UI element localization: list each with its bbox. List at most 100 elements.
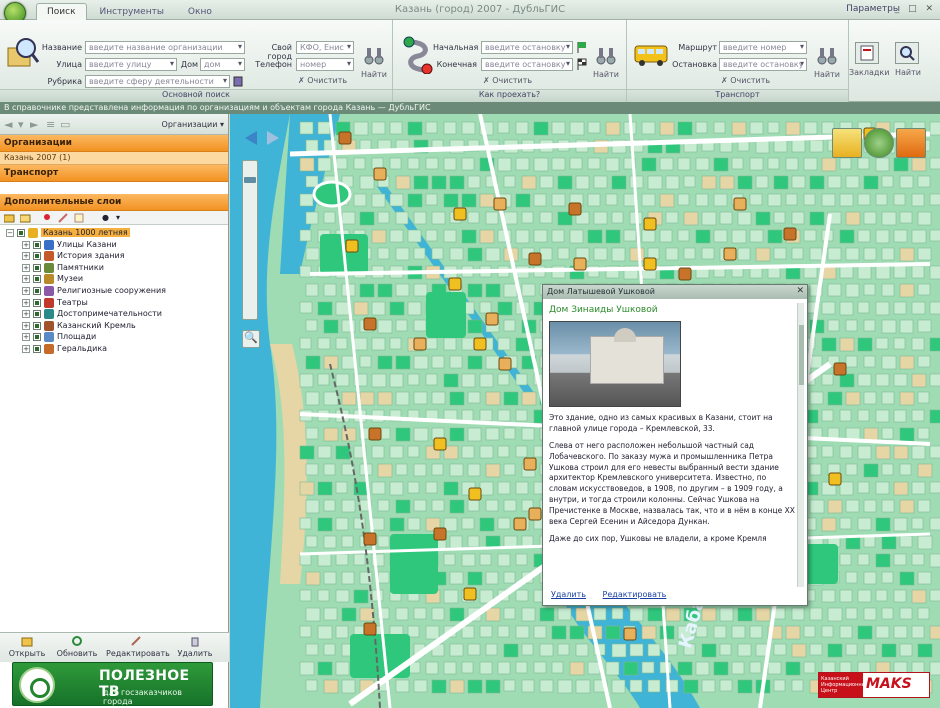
map-nav-arrows[interactable] [243, 130, 283, 146]
tree-item[interactable]: + Памятники [0, 262, 228, 275]
dot-icon[interactable]: ● [102, 213, 109, 222]
open-button[interactable]: Открыть [2, 635, 52, 658]
delete-button[interactable]: Удалить [170, 635, 220, 658]
city-block [863, 571, 877, 585]
ad-banner[interactable]: ПОЛЕЗНОЕ ТВ для госзаказчиков города [12, 662, 213, 706]
popup-close-icon[interactable]: ✕ [796, 286, 804, 296]
tree-checkbox[interactable] [33, 275, 41, 284]
city-select[interactable]: КФО, Енис [296, 41, 354, 54]
tree-checkbox[interactable] [33, 333, 41, 342]
house-input[interactable]: дом [200, 58, 245, 71]
transit-route-input[interactable]: введите номер [719, 41, 807, 54]
phone-input[interactable]: номер [296, 58, 354, 71]
route-to-input[interactable]: введите остановку [481, 58, 573, 71]
tree-expander[interactable]: + [22, 275, 30, 284]
dropdown-icon[interactable]: ▾ [116, 213, 120, 222]
tree-item[interactable]: − Казань 1000 летняя [0, 228, 228, 240]
tree-expander[interactable]: + [22, 263, 30, 272]
name-input[interactable]: введите название организации [85, 41, 245, 54]
tree-checkbox[interactable] [33, 321, 41, 330]
route-find-button[interactable]: Найти [592, 70, 620, 79]
route-clear-button[interactable]: ✗ Очистить [483, 76, 532, 85]
tree-item[interactable]: + История здания [0, 251, 228, 263]
tree-item[interactable]: + Достопримечательности [0, 309, 228, 321]
tab-tools[interactable]: Инструменты [89, 3, 175, 20]
window-controls[interactable]: _ □ ✕ [895, 4, 936, 14]
back-icon[interactable]: ◄ [4, 118, 12, 131]
tree-checkbox[interactable] [33, 298, 41, 307]
tree-item[interactable]: + Площади [0, 332, 228, 344]
tree-expander[interactable]: + [22, 286, 30, 295]
tree-expander[interactable]: + [22, 310, 30, 319]
tree-checkbox[interactable] [33, 263, 41, 272]
city-block [497, 409, 511, 422]
zoom-slider[interactable] [242, 160, 258, 320]
street-input[interactable]: введите улицу [85, 58, 177, 71]
tab-window[interactable]: Окно [177, 3, 223, 20]
folder-icon[interactable] [4, 213, 15, 223]
refresh-button[interactable]: Обновить [52, 635, 102, 658]
city-block [863, 319, 876, 332]
tree-checkbox[interactable] [33, 252, 41, 261]
tree-item[interactable]: + Казанский Кремль [0, 320, 228, 333]
tree-expander[interactable]: + [22, 240, 30, 249]
tree-checkbox[interactable] [33, 286, 41, 295]
section-organizations[interactable]: Организации [0, 135, 228, 152]
tree-expander[interactable]: + [22, 333, 30, 342]
section-transport[interactable]: Транспорт [0, 165, 228, 182]
list-icon[interactable]: ≡ [46, 118, 55, 131]
city-block [575, 679, 591, 694]
params-link[interactable]: Параметры [846, 4, 900, 14]
map-search-icon[interactable]: 🔍 [242, 330, 260, 348]
tree-expander[interactable]: + [22, 344, 30, 353]
refresh-icon [72, 636, 82, 646]
pencil-icon[interactable] [58, 213, 69, 223]
transit-clear-button[interactable]: ✗ Очистить [721, 76, 770, 85]
tab-search[interactable]: Поиск [36, 3, 87, 20]
panel-mode-select[interactable]: Организации ▾ [162, 120, 224, 129]
globe-icon[interactable] [864, 128, 894, 158]
tree-checkbox[interactable] [17, 229, 25, 237]
popup-delete-link[interactable]: Удалить [551, 590, 586, 599]
edit-button[interactable]: Редактировать [106, 635, 170, 658]
tree-expander[interactable]: + [22, 298, 30, 307]
tree-checkbox[interactable] [33, 344, 41, 353]
tree-checkbox[interactable] [33, 310, 41, 319]
tree-expander[interactable]: + [22, 321, 30, 330]
popup-scrollbar[interactable] [797, 303, 804, 587]
forward-icon[interactable]: ► [30, 118, 38, 131]
print-icon[interactable]: ▭ [60, 118, 70, 131]
popup-edit-link[interactable]: Редактировать [603, 590, 667, 599]
zoom-thumb[interactable] [244, 177, 256, 183]
measure-icon[interactable] [832, 128, 862, 158]
rubric-book-icon[interactable] [233, 76, 243, 87]
pan-left-icon[interactable] [245, 131, 257, 145]
tree-item[interactable]: + Религиозные сооружения [0, 285, 228, 298]
tree-item[interactable]: + Геральдика [0, 343, 228, 356]
transit-stop-input[interactable]: введите остановку [719, 58, 807, 71]
layers-icon[interactable] [896, 128, 926, 158]
tree-item[interactable]: + Театры [0, 297, 228, 310]
green-flag-icon[interactable] [576, 41, 588, 54]
find-action-button[interactable] [895, 42, 919, 64]
tree-expander[interactable]: − [6, 229, 14, 237]
route-from-input[interactable]: введите остановку [481, 41, 573, 54]
search-clear-button[interactable]: ✗ Очистить [298, 76, 347, 85]
tree-checkbox[interactable] [33, 240, 41, 249]
pan-right-icon[interactable] [267, 131, 279, 145]
section-extra-layers[interactable]: Дополнительные слои [0, 194, 228, 211]
tree-item[interactable]: + Музеи [0, 274, 228, 286]
city-block [449, 391, 465, 406]
section-org-subitem[interactable]: Казань 2007 (1) [0, 152, 228, 165]
open-folder-icon[interactable] [20, 213, 31, 223]
pin-icon[interactable] [42, 213, 53, 223]
tree-item[interactable]: + Улицы Казани [0, 239, 228, 252]
search-find-button[interactable]: Найти [360, 70, 388, 79]
note-icon[interactable] [74, 213, 85, 223]
history-icon[interactable]: ▾ [18, 118, 24, 131]
rubric-input[interactable]: введите сферу деятельности [85, 75, 230, 88]
transit-find-button[interactable]: Найти [813, 70, 841, 79]
checkered-flag-icon[interactable] [576, 58, 588, 71]
bookmarks-button[interactable] [855, 42, 879, 64]
tree-expander[interactable]: + [22, 252, 30, 261]
